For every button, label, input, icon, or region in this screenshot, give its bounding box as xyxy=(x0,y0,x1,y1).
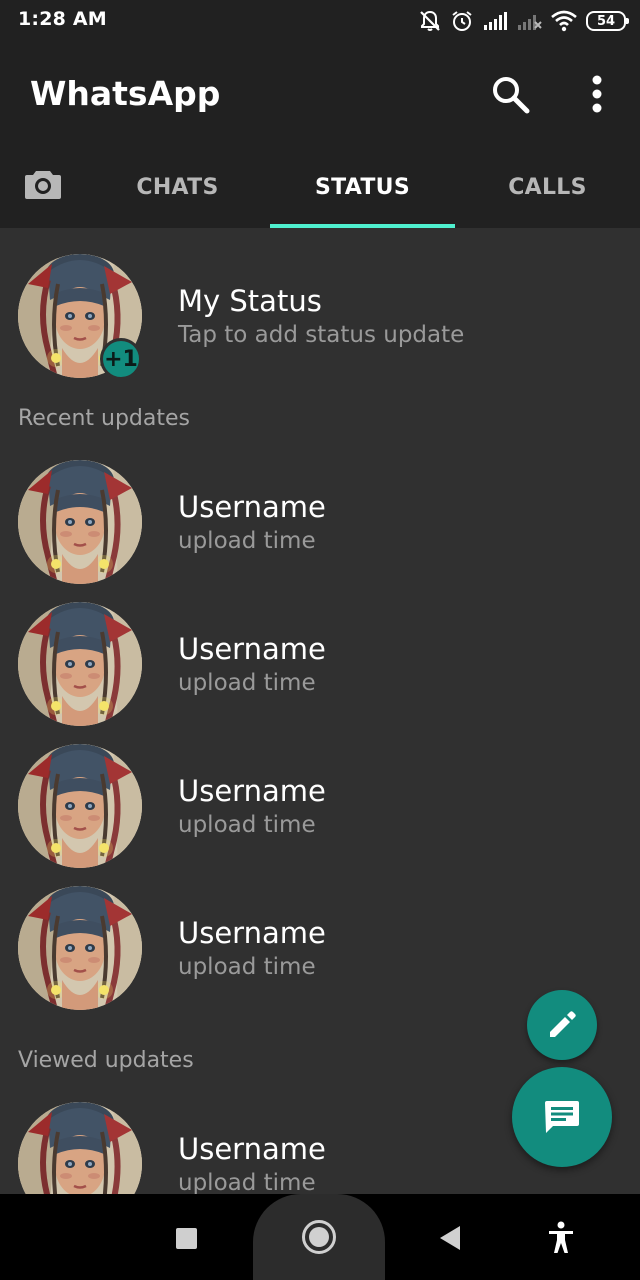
camera-icon xyxy=(25,171,61,199)
upload-time: upload time xyxy=(178,954,316,980)
upload-time: upload time xyxy=(178,670,316,696)
wifi-icon xyxy=(551,10,577,32)
new-status-button[interactable] xyxy=(512,1067,612,1167)
status-icons: 54 xyxy=(418,8,629,34)
avatar xyxy=(18,744,142,868)
my-status-title: My Status xyxy=(178,284,322,318)
search-button[interactable] xyxy=(486,70,534,118)
more-vert-icon xyxy=(592,75,602,113)
recent-updates-label: Recent updates xyxy=(18,406,191,431)
avatar xyxy=(18,602,142,726)
list-item[interactable]: Username upload time xyxy=(0,744,640,884)
battery-level: 54 xyxy=(596,13,616,29)
viewed-updates-label: Viewed updates xyxy=(18,1048,194,1073)
clock: 1:28 AM xyxy=(18,8,107,30)
my-status-subtitle: Tap to add status update xyxy=(178,322,465,348)
contact-name: Username xyxy=(178,1132,326,1166)
more-options-button[interactable] xyxy=(574,70,620,118)
avatar xyxy=(18,886,142,1010)
my-status-row[interactable]: +1 My Status Tap to add status update xyxy=(0,254,640,394)
accessibility-icon[interactable] xyxy=(546,1220,576,1254)
text-status-button[interactable] xyxy=(527,990,597,1060)
search-icon xyxy=(493,77,530,114)
avatar xyxy=(18,1102,142,1194)
list-item[interactable]: Username upload time xyxy=(0,602,640,742)
tab-camera[interactable] xyxy=(18,162,68,206)
system-nav-bar xyxy=(0,1194,640,1280)
no-signal-icon xyxy=(518,15,542,30)
tab-calls[interactable]: CALLS xyxy=(455,146,640,228)
add-status-badge[interactable]: +1 xyxy=(100,338,142,380)
contact-name: Username xyxy=(178,916,326,950)
app-title: WhatsApp xyxy=(30,74,221,113)
home-button[interactable] xyxy=(302,1220,336,1254)
tab-chats[interactable]: CHATS xyxy=(85,146,270,228)
battery-icon: 54 xyxy=(586,11,629,31)
pencil-icon xyxy=(550,1011,576,1037)
upload-time: upload time xyxy=(178,1170,316,1194)
status-bar: 1:28 AM 54 xyxy=(0,0,640,42)
message-icon xyxy=(545,1101,579,1133)
contact-name: Username xyxy=(178,490,326,524)
signal-icon xyxy=(484,12,507,30)
contact-name: Username xyxy=(178,774,326,808)
recents-button[interactable] xyxy=(176,1228,197,1249)
upload-time: upload time xyxy=(178,528,316,554)
alarm-icon xyxy=(452,11,472,31)
list-item[interactable]: Username upload time xyxy=(0,460,640,600)
upload-time: upload time xyxy=(178,812,316,838)
tab-status[interactable]: STATUS xyxy=(270,146,455,228)
back-button[interactable] xyxy=(438,1224,462,1252)
app-bar: WhatsApp CHATS STATUS CALLS xyxy=(0,42,640,228)
tab-bar: CHATS STATUS CALLS xyxy=(0,146,640,228)
contact-name: Username xyxy=(178,632,326,666)
mute-icon xyxy=(420,10,440,31)
avatar xyxy=(18,460,142,584)
